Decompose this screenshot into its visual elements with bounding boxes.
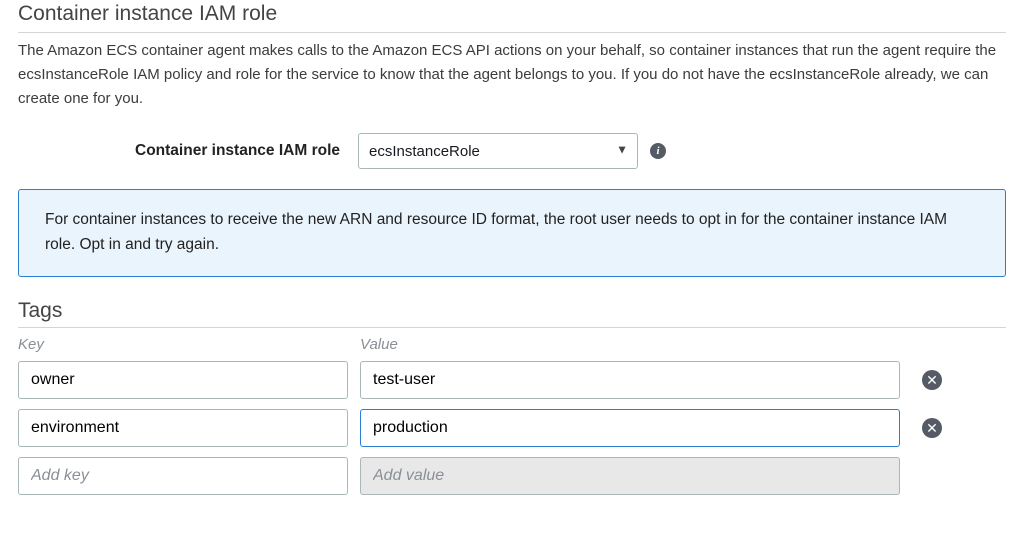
tags-key-header: Key [18, 336, 44, 353]
iam-role-select-value: ecsInstanceRole [369, 143, 480, 160]
tags-header-row: Key Value [18, 332, 1006, 361]
tag-key-input[interactable] [18, 361, 348, 399]
iam-role-alert: For container instances to receive the n… [18, 189, 1006, 277]
add-tag-value-input [360, 457, 900, 495]
tags-value-header: Value [360, 336, 398, 353]
info-icon[interactable]: i [650, 143, 666, 159]
iam-role-alert-text: For container instances to receive the n… [45, 211, 947, 253]
tag-row-add [18, 457, 1006, 495]
remove-tag-icon[interactable]: ✕ [922, 370, 942, 390]
tag-row: ✕ [18, 361, 1006, 399]
iam-role-select[interactable]: ecsInstanceRole [358, 133, 638, 169]
tags-section-title: Tags [18, 299, 1006, 328]
iam-role-field-label: Container instance IAM role [18, 142, 358, 160]
add-tag-key-input[interactable] [18, 457, 348, 495]
iam-role-section-description: The Amazon ECS container agent makes cal… [18, 39, 1006, 111]
tag-key-input[interactable] [18, 409, 348, 447]
tag-value-input[interactable] [360, 409, 900, 447]
tag-value-input[interactable] [360, 361, 900, 399]
remove-tag-icon[interactable]: ✕ [922, 418, 942, 438]
tag-row: ✕ [18, 409, 1006, 447]
iam-role-section-title: Container instance IAM role [18, 2, 1006, 33]
iam-role-form-row: Container instance IAM role ecsInstanceR… [18, 133, 1006, 169]
